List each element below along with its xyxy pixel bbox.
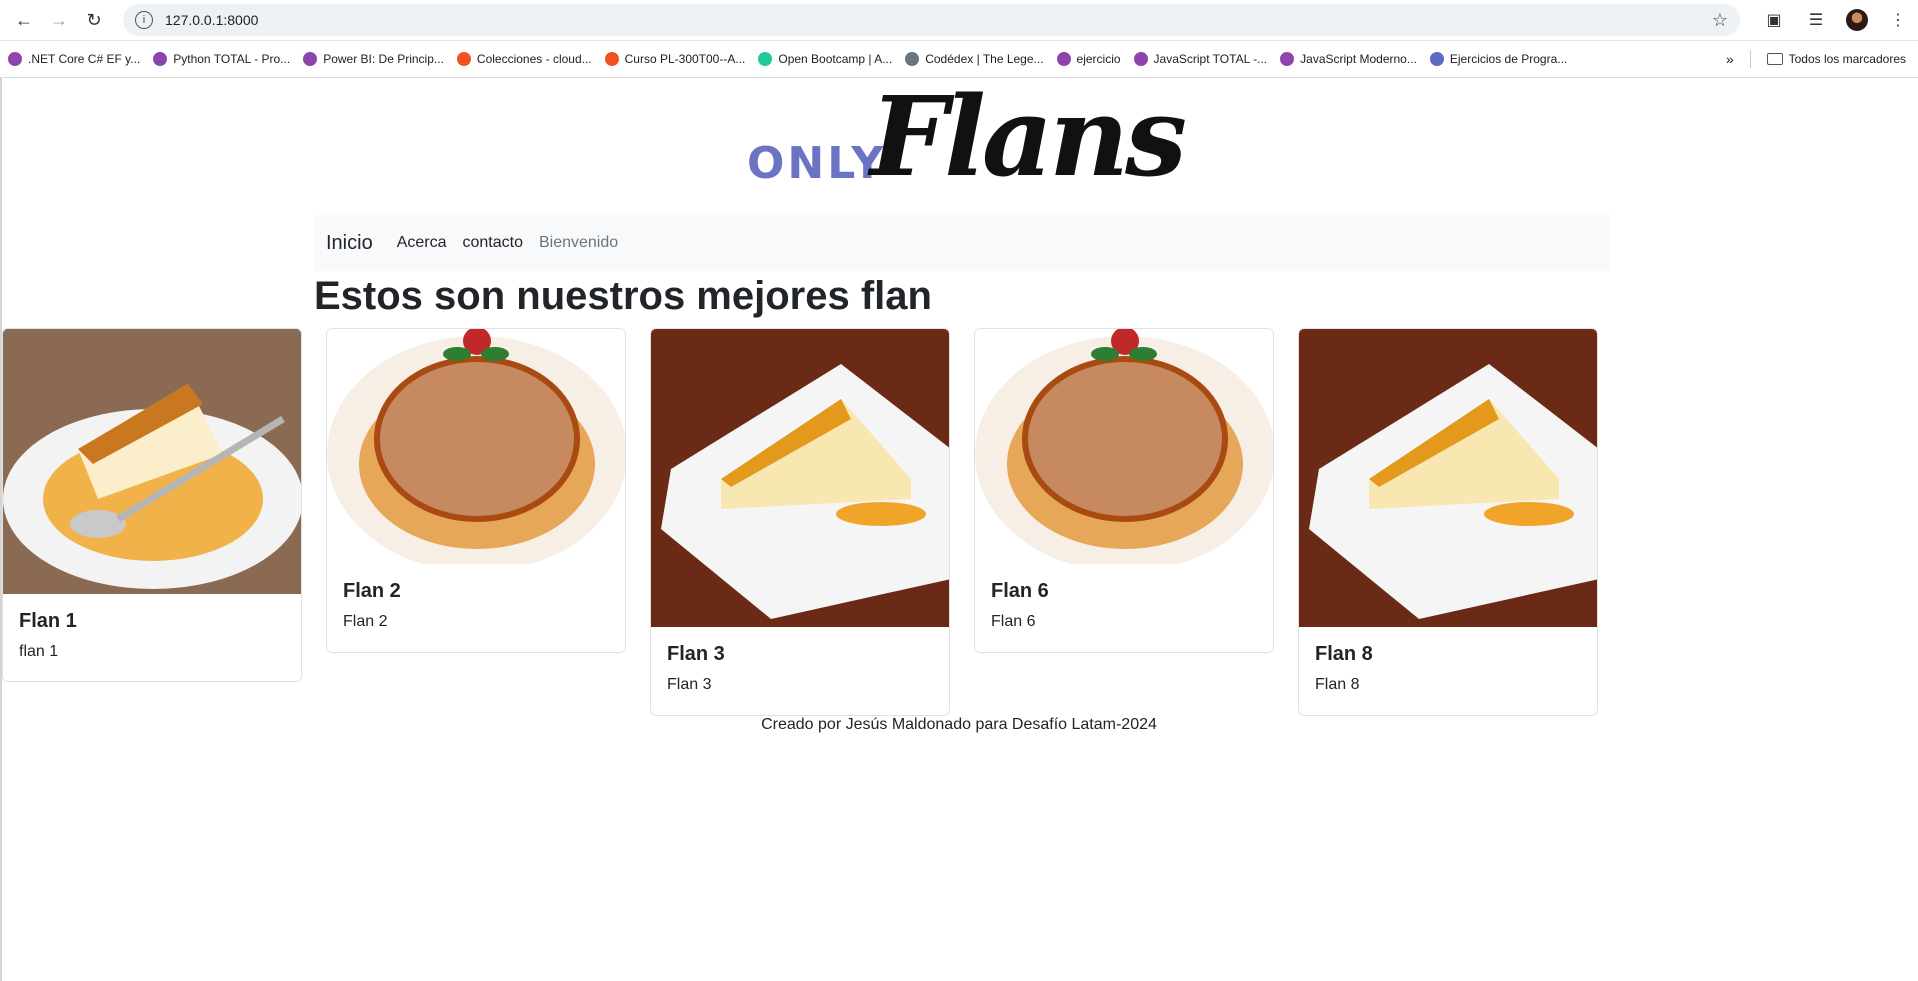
bookmark-item[interactable]: JavaScript TOTAL -... <box>1133 52 1268 66</box>
nav-link-acerca[interactable]: Acerca <box>397 234 447 252</box>
bookmark-item[interactable]: ejercicio <box>1056 52 1121 66</box>
bookmark-favicon-icon <box>303 52 318 66</box>
bookmark-label: Open Bootcamp | A... <box>778 52 893 66</box>
extensions-icon[interactable]: ▣ <box>1762 8 1786 32</box>
card-title: Flan 6 <box>991 580 1049 602</box>
more-bookmarks-icon[interactable]: » <box>1726 51 1734 67</box>
url-text: 127.0.0.1:8000 <box>165 12 259 28</box>
bookmark-label: Python TOTAL - Pro... <box>173 52 291 66</box>
flan-image <box>651 329 949 627</box>
logo-only-text: ONLY <box>747 138 887 189</box>
bookmark-item[interactable]: JavaScript Moderno... <box>1280 52 1417 66</box>
all-bookmarks-folder[interactable]: Todos los marcadores <box>1766 52 1906 66</box>
flan-card[interactable]: Flan 3 Flan 3 <box>650 328 950 716</box>
bookmarks-divider <box>1749 50 1751 68</box>
bookmark-label: Power BI: De Princip... <box>323 52 444 66</box>
flan-image <box>975 329 1273 572</box>
nav-link-bienvenido[interactable]: Bienvenido <box>539 234 618 252</box>
bookmark-favicon-icon <box>153 52 168 66</box>
bookmark-favicon-icon <box>905 52 920 66</box>
bookmark-item[interactable]: Curso PL-300T00--A... <box>604 52 746 66</box>
card-text: flan 1 <box>19 643 59 660</box>
bookmark-label: Colecciones - cloud... <box>476 52 592 66</box>
flan-card[interactable]: Flan 1 flan 1 <box>2 328 302 682</box>
nav-brand-inicio[interactable]: Inicio <box>326 232 373 255</box>
profile-avatar[interactable] <box>1846 9 1868 31</box>
flan-card[interactable]: Flan 2 Flan 2 <box>326 328 626 653</box>
flan-image <box>327 329 625 572</box>
card-title: Flan 3 <box>667 643 725 665</box>
browser-toolbar: ← → ↻ i 127.0.0.1:8000 ☆ ▣ ☰ ⋮ <box>0 0 1918 41</box>
card-text: Flan 2 <box>343 613 388 630</box>
flan-card[interactable]: Flan 6 Flan 6 <box>974 328 1274 653</box>
bookmark-item[interactable]: Colecciones - cloud... <box>456 52 592 66</box>
bookmark-favicon-icon <box>456 52 471 66</box>
bookmark-favicon-icon <box>1429 52 1444 66</box>
media-icon[interactable]: ☰ <box>1804 8 1828 32</box>
nav-link-contacto[interactable]: contacto <box>463 234 523 252</box>
address-bar[interactable]: i 127.0.0.1:8000 ☆ <box>123 4 1740 36</box>
card-title: Flan 8 <box>1315 643 1373 665</box>
menu-icon[interactable]: ⋮ <box>1886 8 1910 32</box>
card-text: Flan 3 <box>667 676 712 693</box>
bookmark-label: JavaScript Moderno... <box>1300 52 1417 66</box>
site-info-icon[interactable]: i <box>135 11 153 29</box>
bookmark-label: .NET Core C# EF y... <box>28 52 141 66</box>
bookmark-favicon-icon <box>8 52 22 66</box>
bookmark-favicon-icon <box>1280 52 1295 66</box>
bookmark-label: JavaScript TOTAL -... <box>1153 52 1268 66</box>
bookmark-label: Curso PL-300T00--A... <box>624 52 746 66</box>
flan-image <box>1299 329 1597 627</box>
bookmark-item[interactable]: Power BI: De Princip... <box>303 52 444 66</box>
folder-icon <box>1766 53 1783 65</box>
bookmark-favicon-icon <box>1133 52 1148 66</box>
back-icon[interactable]: ← <box>8 4 40 36</box>
main-navbar: Inicio Acerca contacto Bienvenido <box>314 215 1610 271</box>
card-text: Flan 8 <box>1315 676 1360 693</box>
forward-icon[interactable]: → <box>43 4 75 36</box>
all-bookmarks-label: Todos los marcadores <box>1788 52 1906 66</box>
logo-flans-text: Flans <box>870 72 1187 201</box>
bookmark-item[interactable]: Ejercicios de Progra... <box>1429 52 1568 66</box>
bookmark-label: Ejercicios de Progra... <box>1449 52 1568 66</box>
bookmark-star-icon[interactable]: ☆ <box>1712 10 1728 31</box>
card-title: Flan 2 <box>343 580 401 602</box>
page-content: ONLY Flans Inicio Acerca contacto Bienve… <box>0 72 1918 981</box>
reload-icon[interactable]: ↻ <box>78 4 110 36</box>
site-logo[interactable]: ONLY Flans <box>745 72 1187 201</box>
bookmark-favicon-icon <box>758 52 773 66</box>
flan-image <box>3 329 301 594</box>
bookmark-favicon-icon <box>1056 52 1071 66</box>
bookmark-favicon-icon <box>604 52 619 66</box>
bookmark-item[interactable]: Open Bootcamp | A... <box>758 52 892 66</box>
card-text: Flan 6 <box>991 613 1036 630</box>
bookmark-item[interactable]: .NET Core C# EF y... <box>8 52 140 66</box>
page-footer: Creado por Jesús Maldonado para Desafío … <box>761 716 1157 733</box>
bookmark-label: Codédex | The Lege... <box>925 52 1044 66</box>
bookmark-label: ejercicio <box>1076 52 1121 66</box>
card-title: Flan 1 <box>19 610 77 632</box>
bookmark-item[interactable]: Codédex | The Lege... <box>905 52 1044 66</box>
flan-card[interactable]: Flan 8 Flan 8 <box>1298 328 1598 716</box>
bookmark-item[interactable]: Python TOTAL - Pro... <box>153 52 290 66</box>
page-title: Estos son nuestros mejores flan <box>314 274 932 318</box>
